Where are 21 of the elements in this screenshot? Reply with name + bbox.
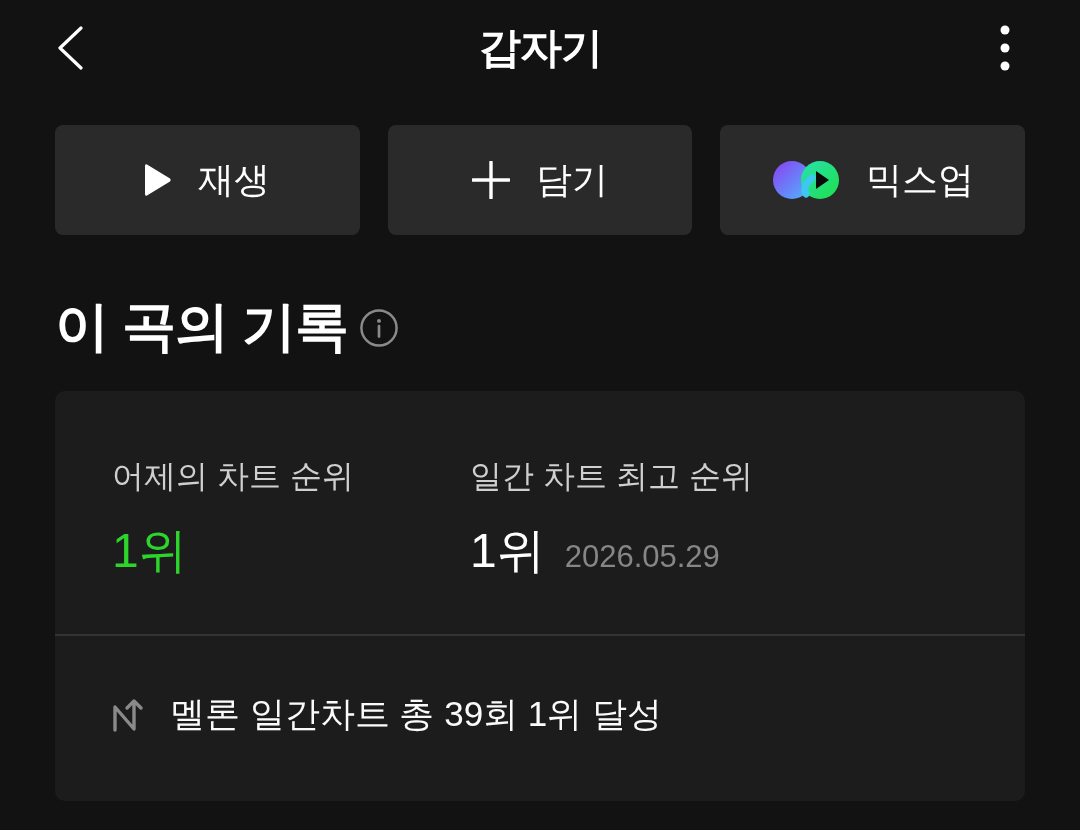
rank-date: 2026.05.29: [564, 539, 720, 576]
song-title: 갑자기: [477, 27, 603, 69]
stat-label: 어제의 차트 순위: [112, 457, 355, 496]
back-icon: [57, 26, 83, 70]
more-button[interactable]: [1000, 25, 1010, 71]
plus-icon: [472, 161, 510, 199]
trend-up-icon: [112, 697, 146, 732]
back-button[interactable]: [57, 26, 83, 70]
section-title: 이 곡의 기록: [55, 299, 348, 353]
play-button[interactable]: 재생: [55, 125, 360, 235]
mixup-logo-icon: [771, 160, 840, 200]
mixup-button[interactable]: 믹스업: [720, 125, 1025, 235]
achievement-text: 멜론 일간차트 총 39회 1위 달성: [170, 693, 663, 735]
info-icon: [360, 309, 398, 347]
add-button[interactable]: 담기: [387, 125, 693, 235]
more-icon: [1000, 25, 1010, 71]
stat-label: 일간 차트 최고 순위: [470, 457, 754, 496]
play-icon: [144, 162, 173, 198]
info-button[interactable]: [360, 309, 398, 347]
rank-value: 1위: [470, 527, 545, 576]
rank-value: 1위: [112, 527, 187, 576]
